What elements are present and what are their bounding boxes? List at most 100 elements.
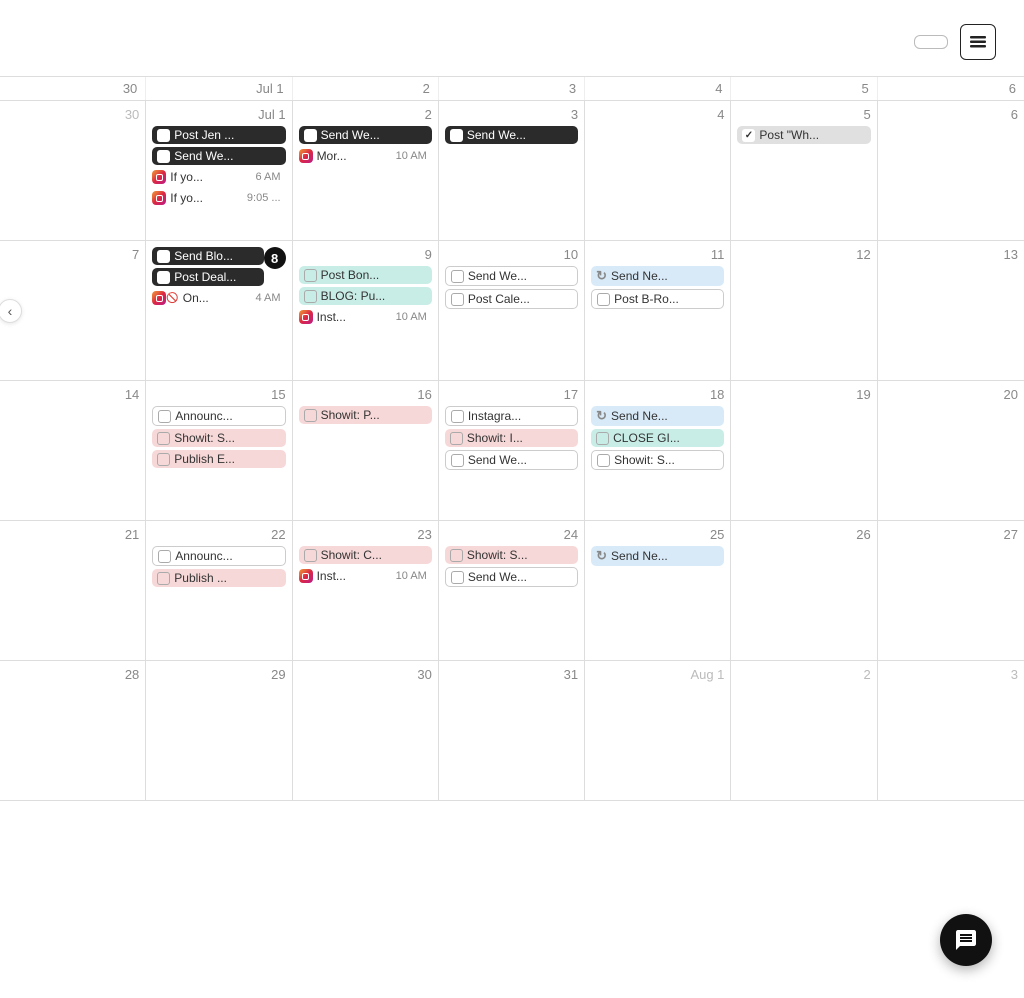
day-cell[interactable]: 17Instagra...Showit: I...Send We... <box>439 381 585 521</box>
calendar-event[interactable]: BLOG: Pu... <box>299 287 432 305</box>
day-cell[interactable]: Jul 1 ✓Post Jen ... ✓Send We... If yo...6 A… <box>146 101 292 241</box>
day-cell[interactable]: 8✓Send Blo...✓Post Deal...🚫On...4 AM <box>146 241 292 381</box>
day-number: 11 <box>591 247 724 262</box>
instagram-icon <box>299 569 313 583</box>
day-cell[interactable]: 29 <box>146 661 292 801</box>
calendar-event[interactable]: Showit: S... <box>152 429 285 447</box>
checkbox-checked-icon: ✓ <box>304 129 317 142</box>
calendar-event[interactable]: ✓Send We... <box>152 147 285 165</box>
calendar-event[interactable]: Showit: S... <box>591 450 724 470</box>
day-cell[interactable]: 11 ↻Send Ne... Post B-Ro... <box>585 241 731 381</box>
checkbox-checked-icon: ✓ <box>157 250 170 263</box>
day-cell[interactable]: 28 <box>0 661 146 801</box>
calendar-event[interactable]: Showit: I... <box>445 429 578 447</box>
checkbox-empty-icon <box>304 409 317 422</box>
calendar-event[interactable]: Instagra... <box>445 406 578 426</box>
day-cell[interactable]: 12 <box>731 241 877 381</box>
refresh-icon: ↻ <box>596 408 607 424</box>
calendar-event[interactable]: 🚫On...4 AM <box>152 289 285 307</box>
checkbox-empty-icon <box>304 290 317 303</box>
calendar-event[interactable]: Showit: S... <box>445 546 578 564</box>
day-cell[interactable]: 3 <box>878 661 1024 801</box>
calendar-event[interactable]: Publish ... <box>152 569 285 587</box>
calendar-event[interactable]: If yo...6 AM <box>152 168 285 186</box>
calendar-event[interactable]: Post Cale... <box>445 289 578 309</box>
day-cell[interactable]: 2 ✓Send We... Mor...10 AM <box>293 101 439 241</box>
checkbox-empty-icon <box>157 572 170 585</box>
day-cell[interactable]: 25↻Send Ne... <box>585 521 731 661</box>
calendar-event[interactable]: Send We... <box>445 567 578 587</box>
col-header-2: 2 <box>293 77 439 100</box>
day-cell[interactable]: 27 <box>878 521 1024 661</box>
checkbox-checked-icon: ✓ <box>157 271 170 284</box>
day-number: 26 <box>737 527 870 542</box>
calendar-event[interactable]: ✓Send Blo... <box>152 247 263 265</box>
calendar-event[interactable]: ✓Post "Wh... <box>737 126 870 144</box>
checkbox-empty-icon <box>451 270 464 283</box>
day-number: 31 <box>445 667 578 682</box>
day-cell[interactable]: 31 <box>439 661 585 801</box>
calendar-event[interactable]: Inst...10 AM <box>299 567 432 585</box>
calendar-event[interactable]: Showit: P... <box>299 406 432 424</box>
calendar-event[interactable]: ✓Send We... <box>299 126 432 144</box>
day-cell[interactable]: 18 ↻Send Ne... CLOSE GI... Showit: S... <box>585 381 731 521</box>
day-number: 30 <box>299 667 432 682</box>
refresh-icon: ↻ <box>596 268 607 284</box>
prev-month-arrow[interactable]: ‹ <box>0 299 22 323</box>
checkbox-empty-icon <box>597 454 610 467</box>
checkbox-checked-icon: ✓ <box>157 129 170 142</box>
day-cell[interactable]: 13 <box>878 241 1024 381</box>
day-cell[interactable]: ‹7 <box>0 241 146 381</box>
day-cell[interactable]: 30 <box>0 101 146 241</box>
day-number: Jul 1 <box>152 107 285 122</box>
day-number: 2 <box>299 107 432 122</box>
list-view-icon[interactable] <box>960 24 996 60</box>
calendar-event[interactable]: Showit: C... <box>299 546 432 564</box>
day-cell[interactable]: 15 Announc... Showit: S... Publish E... <box>146 381 292 521</box>
today-button[interactable] <box>914 35 948 49</box>
day-cell[interactable]: 4 <box>585 101 731 241</box>
day-cell[interactable]: 14 <box>0 381 146 521</box>
day-number: 23 <box>299 527 432 542</box>
day-cell[interactable]: 26 <box>731 521 877 661</box>
chat-button[interactable] <box>940 914 992 966</box>
calendar-event[interactable]: Announc... <box>152 406 285 426</box>
day-cell[interactable]: 9Post Bon...BLOG: Pu...Inst...10 AM <box>293 241 439 381</box>
calendar-event[interactable]: Mor...10 AM <box>299 147 432 165</box>
day-number: 10 <box>445 247 578 262</box>
calendar-event[interactable]: Send We... <box>445 450 578 470</box>
calendar-header <box>0 0 1024 76</box>
calendar-event[interactable]: ↻Send Ne... <box>591 266 724 286</box>
calendar-event[interactable]: ✓Post Deal... <box>152 268 263 286</box>
day-cell[interactable]: Aug 1 <box>585 661 731 801</box>
calendar-event[interactable]: ✓Send We... <box>445 126 578 144</box>
checkbox-empty-icon <box>451 571 464 584</box>
calendar-event[interactable]: If yo...9:05 ... <box>152 189 285 207</box>
day-cell[interactable]: 19 <box>731 381 877 521</box>
calendar-event[interactable]: ↻Send Ne... <box>591 546 724 566</box>
calendar-event[interactable]: Announc... <box>152 546 285 566</box>
day-cell[interactable]: 2 <box>731 661 877 801</box>
day-cell[interactable]: 5✓Post "Wh... <box>731 101 877 241</box>
calendar-event[interactable]: Publish E... <box>152 450 285 468</box>
checkbox-empty-icon <box>450 549 463 562</box>
day-cell[interactable]: 21 <box>0 521 146 661</box>
day-cell[interactable]: 20 <box>878 381 1024 521</box>
calendar-event[interactable]: ↻Send Ne... <box>591 406 724 426</box>
day-cell[interactable]: 3✓Send We... <box>439 101 585 241</box>
day-cell[interactable]: 24Showit: S...Send We... <box>439 521 585 661</box>
day-cell[interactable]: 16Showit: P... <box>293 381 439 521</box>
calendar-event[interactable]: Post Bon... <box>299 266 432 284</box>
day-cell[interactable]: 22Announc...Publish ... <box>146 521 292 661</box>
day-number: 15 <box>152 387 285 402</box>
day-cell[interactable]: 23 Showit: C... Inst...10 AM <box>293 521 439 661</box>
day-cell[interactable]: 30 <box>293 661 439 801</box>
calendar-event[interactable]: ✓Post Jen ... <box>152 126 285 144</box>
calendar-event[interactable]: Inst...10 AM <box>299 308 432 326</box>
calendar-event[interactable]: Send We... <box>445 266 578 286</box>
calendar-event[interactable]: Post B-Ro... <box>591 289 724 309</box>
day-number: 18 <box>591 387 724 402</box>
day-cell[interactable]: 10 Send We... Post Cale... <box>439 241 585 381</box>
calendar-event[interactable]: CLOSE GI... <box>591 429 724 447</box>
day-cell[interactable]: 6 <box>878 101 1024 241</box>
